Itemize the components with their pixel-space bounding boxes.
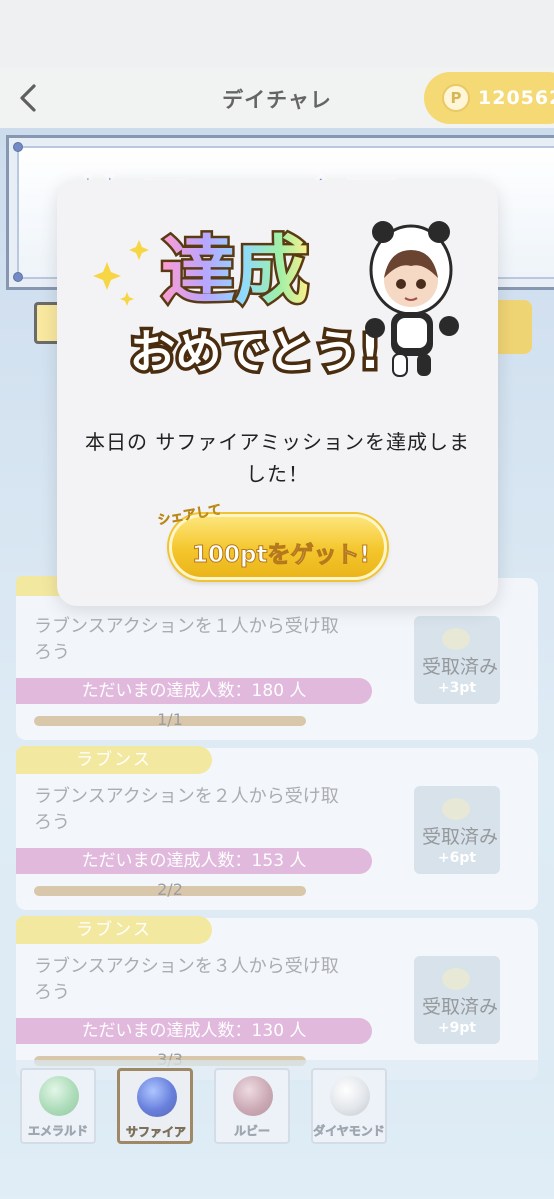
- share-button-label: 100ptをゲット!: [192, 542, 371, 569]
- achievement-illustration: 達成 おめでとう!: [93, 221, 459, 383]
- share-button-body: 100ptをゲット!: [169, 514, 387, 580]
- sparkle-icon: [93, 240, 149, 306]
- achievement-heading-bottom: おめでとう!: [130, 325, 381, 379]
- share-reward-button[interactable]: 100ptをゲット! シェアして: [156, 502, 389, 582]
- achievement-modal: 達成 おめでとう! 本日の サファイアミッションを達成しました！ 100ptをゲ…: [57, 180, 498, 606]
- achievement-heading-top: 達成: [161, 228, 309, 314]
- achievement-message: 本日の サファイアミッションを達成しました！: [85, 430, 470, 486]
